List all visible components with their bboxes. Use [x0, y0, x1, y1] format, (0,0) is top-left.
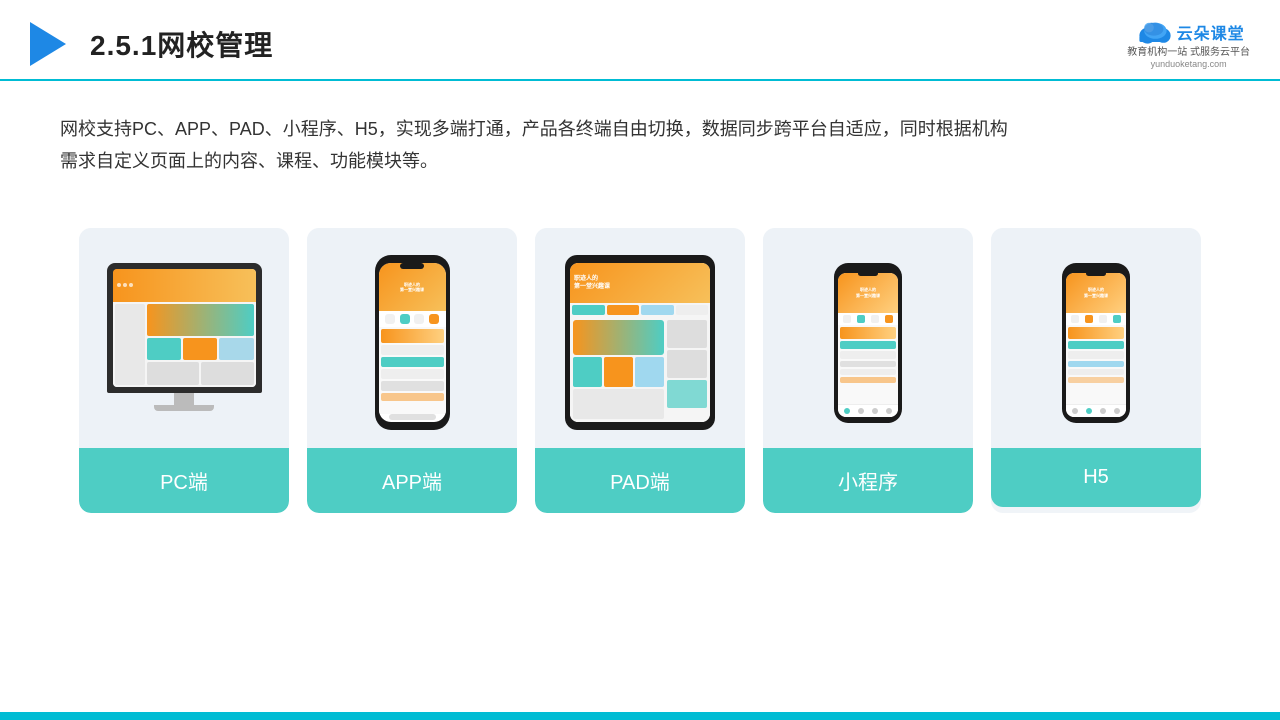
logo-text: 云朵课堂 [1177, 20, 1245, 44]
description: 网校支持PC、APP、PAD、小程序、H5，实现多端打通，产品各终端自由切换，数… [0, 81, 1280, 188]
header-left: 2.5.1网校管理 [30, 22, 273, 66]
card-image-pc [79, 228, 289, 448]
logo-tagline: 教育机构一站 式服务云平台 [1127, 46, 1250, 59]
phone-h5: 职迹人的第一堂兴趣课 [1062, 263, 1130, 423]
logo-cloud: 云朵课堂 [1133, 18, 1245, 46]
card-label-pc: PC端 [79, 448, 289, 513]
pc-monitor [99, 263, 269, 423]
phone-small-notch [858, 271, 878, 276]
logo-url: yunduoketang.com [1151, 59, 1227, 69]
monitor-border [107, 263, 262, 393]
card-label-miniapp: 小程序 [763, 448, 973, 513]
page-title: 2.5.1网校管理 [90, 24, 273, 64]
card-app: 职迹人的第一堂兴趣课 [307, 228, 517, 513]
header: 2.5.1网校管理 云朵课堂 教育机构一站 式服务云平台 yunduoketan… [0, 0, 1280, 81]
phone-notch [400, 263, 424, 269]
card-image-app: 职迹人的第一堂兴趣课 [307, 228, 517, 448]
play-icon [30, 22, 66, 66]
phone-small-screen: 职迹人的第一堂兴趣课 [838, 273, 898, 417]
card-image-miniapp: 职迹人的第一堂兴趣课 [763, 228, 973, 448]
bottom-bar [0, 712, 1280, 720]
cloud-icon [1133, 18, 1173, 46]
phone-h5-screen: 职迹人的第一堂兴趣课 [1066, 273, 1126, 417]
card-label-h5: H5 [991, 448, 1201, 507]
card-image-h5: 职迹人的第一堂兴趣课 [991, 228, 1201, 448]
cards-container: PC端 职迹人的第一堂兴趣课 [0, 198, 1280, 513]
pad-device: 职迹人的第一堂兴趣课 [565, 255, 715, 430]
card-pad: 职迹人的第一堂兴趣课 [535, 228, 745, 513]
description-text: 网校支持PC、APP、PAD、小程序、H5，实现多端打通，产品各终端自由切换，数… [60, 113, 1220, 178]
phone-miniapp: 职迹人的第一堂兴趣课 [834, 263, 902, 423]
card-pc: PC端 [79, 228, 289, 513]
phone-h5-notch [1086, 271, 1106, 276]
card-miniapp: 职迹人的第一堂兴趣课 [763, 228, 973, 513]
phone-app: 职迹人的第一堂兴趣课 [375, 255, 450, 430]
pad-screen: 职迹人的第一堂兴趣课 [570, 263, 710, 422]
card-image-pad: 职迹人的第一堂兴趣课 [535, 228, 745, 448]
card-label-app: APP端 [307, 448, 517, 513]
phone-screen: 职迹人的第一堂兴趣课 [379, 263, 446, 422]
monitor-screen [113, 269, 256, 387]
card-h5: 职迹人的第一堂兴趣课 [991, 228, 1201, 513]
card-label-pad: PAD端 [535, 448, 745, 513]
logo-area: 云朵课堂 教育机构一站 式服务云平台 yunduoketang.com [1127, 18, 1250, 69]
